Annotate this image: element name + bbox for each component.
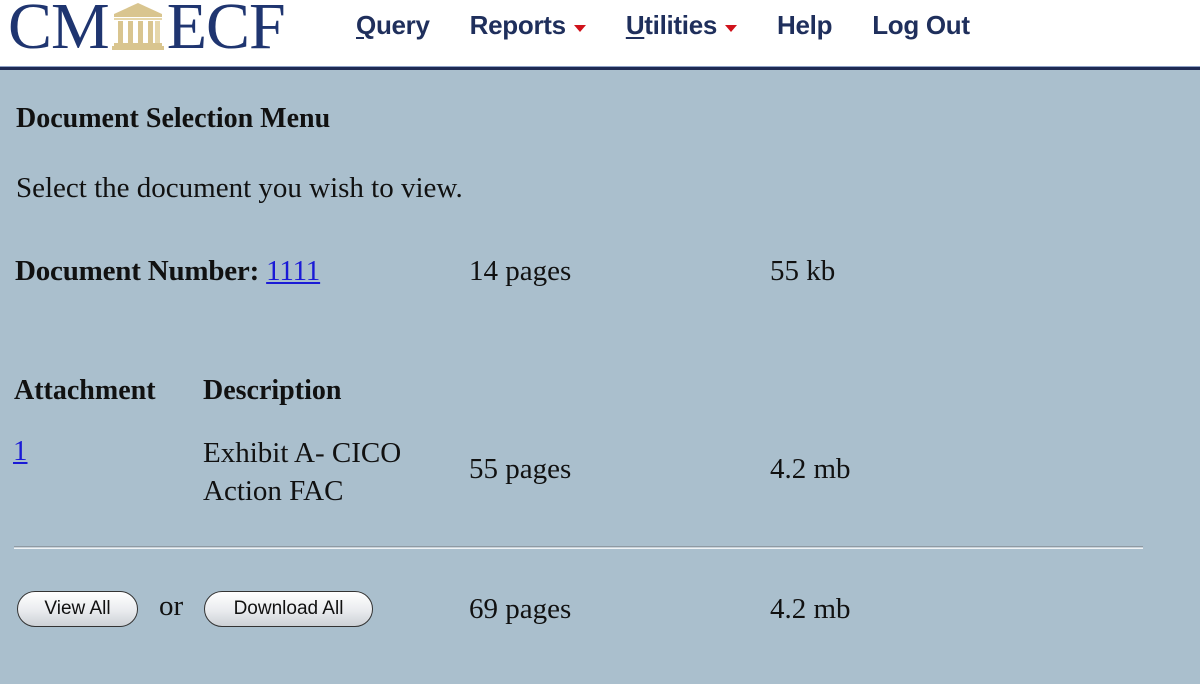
or-separator: or <box>159 590 184 622</box>
dropdown-caret-icon <box>725 25 738 32</box>
document-number-row: Document Number: 1111 <box>15 255 320 288</box>
nav-logout[interactable]: Log Out <box>872 10 970 41</box>
document-number-link[interactable]: 1111 <box>266 255 320 287</box>
total-size: 4.2 mb <box>770 593 851 625</box>
page-title: Document Selection Menu <box>16 103 331 134</box>
attachment-description-line: Exhibit A- CICO <box>203 437 402 469</box>
nav-reports-label: Reports <box>469 10 566 40</box>
attachment-description: Exhibit A- CICO Action FAC <box>203 434 443 510</box>
courthouse-icon <box>111 3 164 50</box>
document-size: 55 kb <box>770 255 836 287</box>
logo-text-right: ECF <box>166 0 286 63</box>
logo-text-left: CM <box>8 0 110 63</box>
nav-help-label: Help <box>777 10 833 40</box>
instructions-text: Select the document you wish to view. <box>16 172 463 204</box>
nav-utilities-accesskey: U <box>625 10 645 40</box>
column-header-description: Description <box>203 375 342 406</box>
dropdown-caret-icon <box>573 25 586 32</box>
attachment-size: 4.2 mb <box>770 453 851 485</box>
nav-query-label: uery <box>375 10 430 40</box>
header-bar: CM ECF Query Reports Utilities Help Log … <box>0 0 1200 66</box>
nav-query[interactable]: Query <box>356 10 430 41</box>
nav-utilities-label: tilities <box>644 10 718 40</box>
document-pages: 14 pages <box>469 255 572 287</box>
attachment-pages: 55 pages <box>469 453 572 485</box>
header-divider <box>0 66 1200 70</box>
nav-utilities[interactable]: Utilities <box>625 10 738 41</box>
nav-query-accesskey: Q <box>356 10 376 40</box>
column-header-attachment: Attachment <box>14 375 156 406</box>
nav-logout-label: Log Out <box>872 10 970 40</box>
horizontal-divider <box>14 546 1143 549</box>
main-nav: Query Reports Utilities Help Log Out <box>356 10 1010 41</box>
attachment-number: 1 <box>13 435 28 468</box>
attachment-description-line: Action FAC <box>203 475 344 507</box>
document-number-label: Document Number: <box>15 255 260 287</box>
nav-help[interactable]: Help <box>777 10 832 41</box>
cmecf-logo[interactable]: CM ECF <box>8 0 286 63</box>
download-all-button[interactable]: Download All <box>204 591 373 627</box>
nav-reports[interactable]: Reports <box>470 10 586 41</box>
attachment-link[interactable]: 1 <box>13 435 28 467</box>
total-pages: 69 pages <box>469 593 572 625</box>
view-all-button[interactable]: View All <box>17 591 138 627</box>
